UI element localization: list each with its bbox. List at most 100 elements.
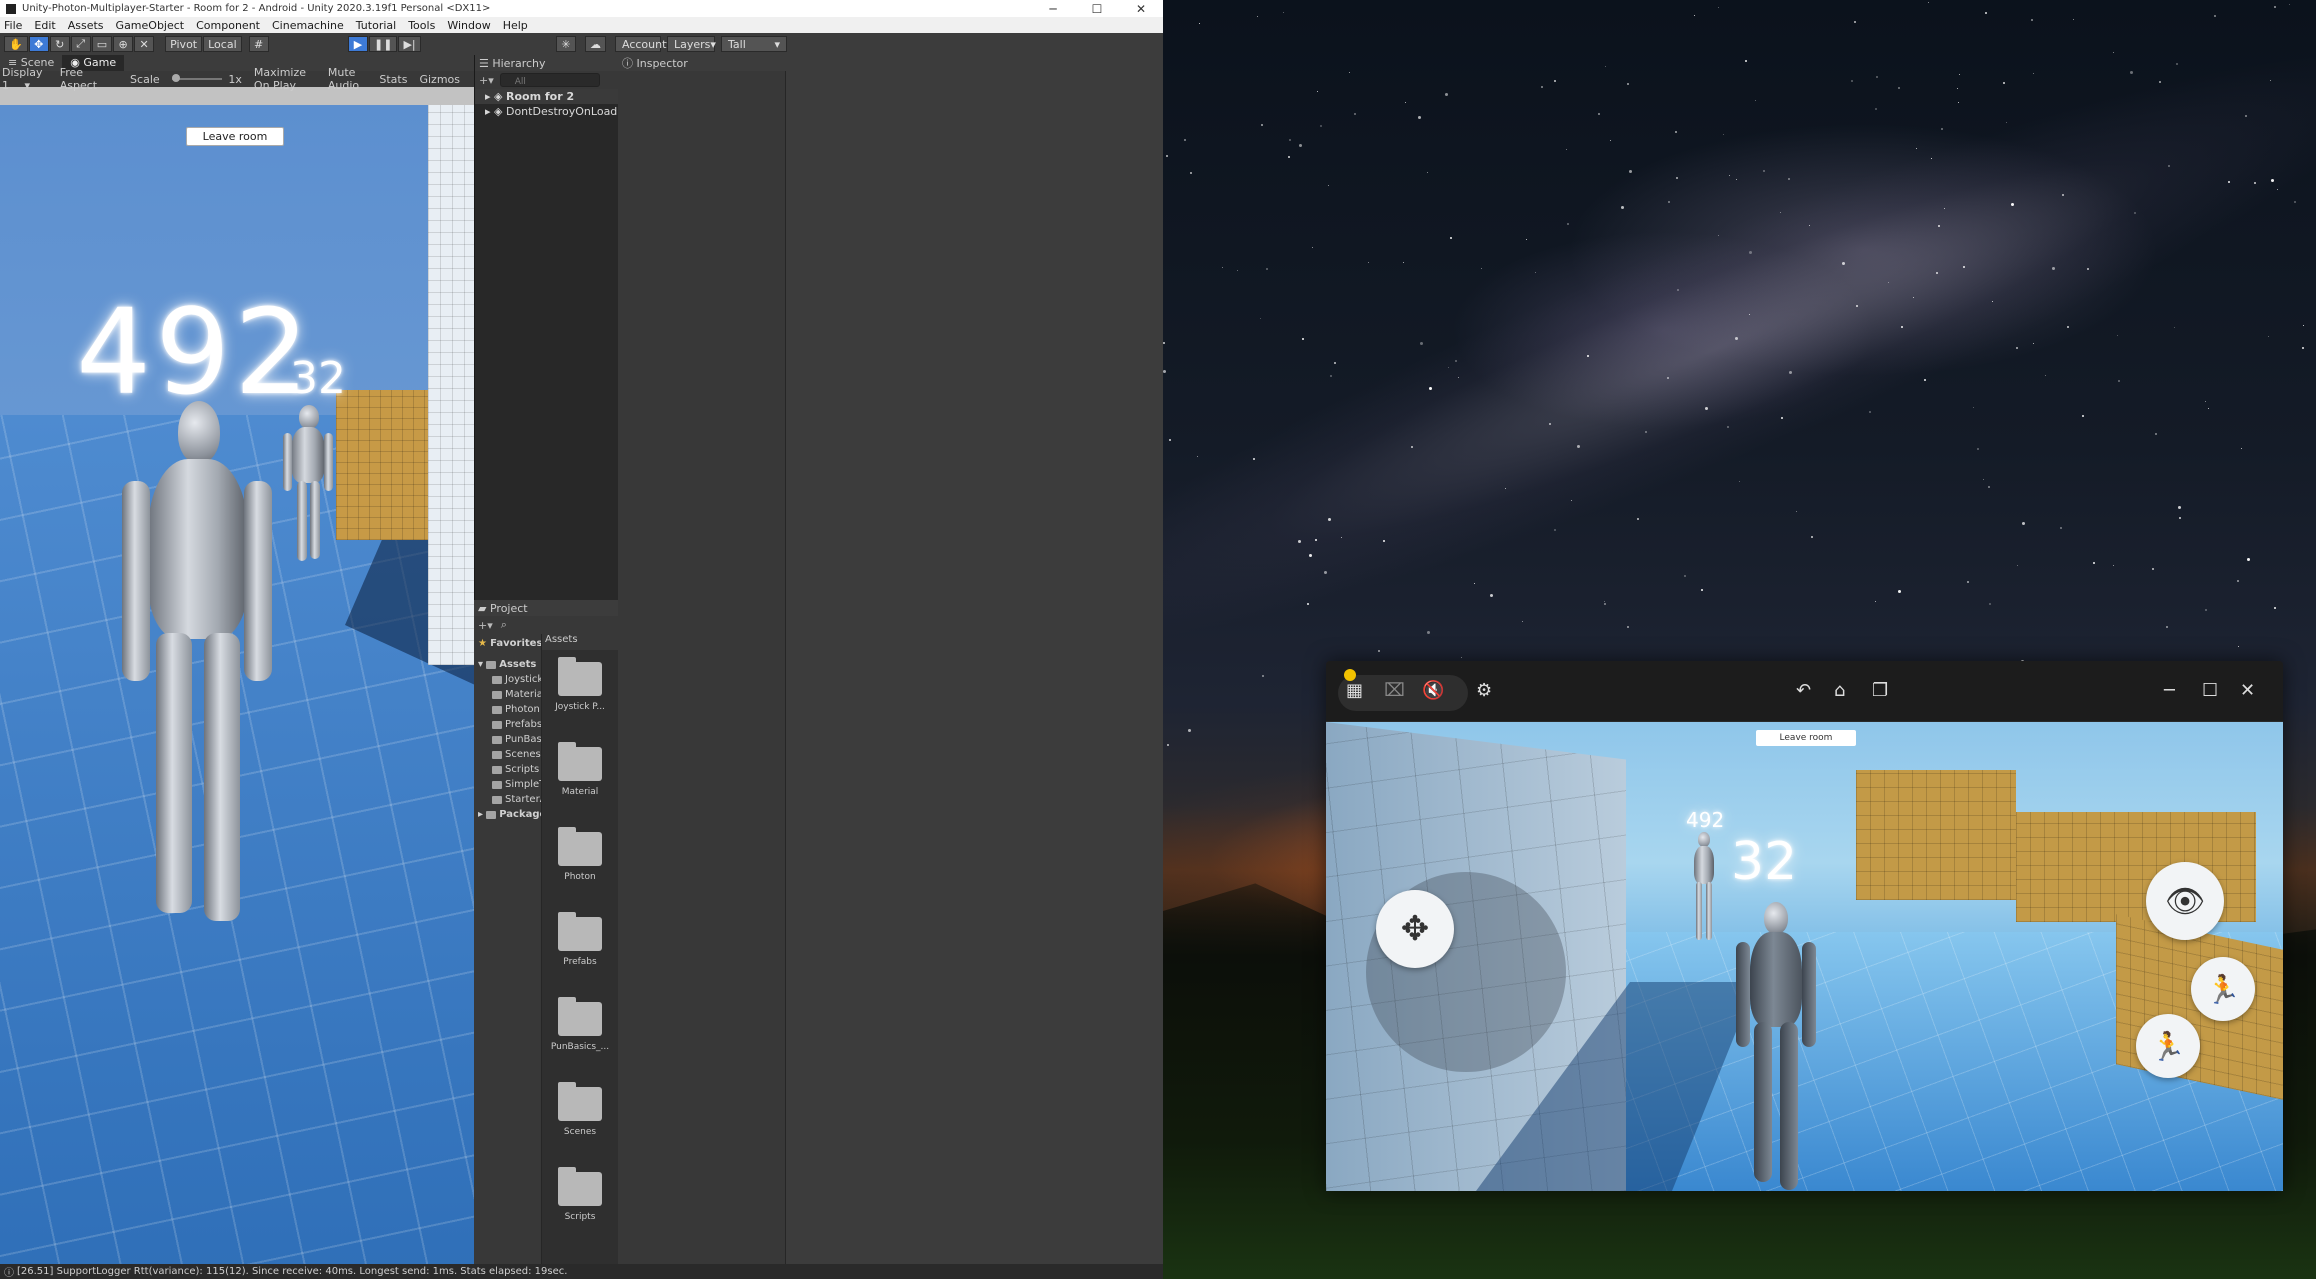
step-button[interactable]: ▶| (398, 36, 421, 52)
custom-tool-icon[interactable]: ✕ (134, 36, 155, 52)
menu-tutorial[interactable]: Tutorial (356, 19, 396, 32)
grid-snap-icon[interactable]: # (248, 36, 269, 52)
search-icon[interactable]: ⌕ (501, 618, 507, 632)
asset-folder-punbasics[interactable]: PunBasics_... (542, 990, 618, 1075)
star (1985, 12, 1988, 15)
asset-label: Prefabs (563, 957, 597, 967)
mute-icon[interactable]: 🔇 (1422, 681, 1444, 701)
star (2086, 268, 2089, 271)
star (1288, 138, 1291, 141)
recents-icon[interactable]: ❐ (1872, 681, 1888, 701)
robot-leg (1706, 882, 1712, 940)
transform-tool-icon[interactable]: ⊕ (113, 36, 134, 52)
tree-item-scripts[interactable]: Scripts (474, 762, 541, 777)
star (1637, 517, 1640, 520)
home-icon[interactable]: ⌂ (1834, 681, 1845, 701)
sprint-icon[interactable]: 🏃 (2191, 957, 2255, 1021)
star (1603, 600, 1605, 602)
rect-tool-icon[interactable]: ▭ (91, 36, 113, 52)
apps-icon[interactable]: ▦ (1346, 681, 1363, 701)
add-icon[interactable]: +▾ (478, 619, 493, 632)
tree-item-material[interactable]: Material (474, 687, 541, 702)
asset-folder-prefabs[interactable]: Prefabs (542, 905, 618, 990)
asset-folder-scenes[interactable]: Scenes (542, 1075, 618, 1160)
move-joystick-icon[interactable]: ✥ (1376, 890, 1454, 968)
menu-edit[interactable]: Edit (34, 19, 55, 32)
tree-item-simpletouch[interactable]: SimpleTou... (474, 777, 541, 792)
menu-cinemachine[interactable]: Cinemachine (272, 19, 344, 32)
account-dropdown[interactable]: Account▾ (615, 36, 672, 52)
minimize-button[interactable]: ─ (1031, 0, 1075, 17)
star (2247, 557, 2251, 561)
console-message[interactable]: [26.51] SupportLogger Rtt(variance): 115… (17, 1266, 567, 1277)
tree-item-joystick[interactable]: Joystick P... (474, 672, 541, 687)
tree-item-favorites[interactable]: ★ Favorites (474, 636, 541, 651)
move-tool-icon[interactable]: ✥ (28, 36, 49, 52)
scale-slider[interactable] (171, 74, 223, 82)
mute-audio-toggle[interactable]: Mute Audio (328, 66, 368, 92)
minimize-icon[interactable]: ─ (2164, 681, 2175, 701)
tree-item-starterassets[interactable]: StarterAss... (474, 792, 541, 807)
rotate-tool-icon[interactable]: ↻ (49, 36, 70, 52)
star (1166, 154, 1169, 157)
menu-tools[interactable]: Tools (408, 19, 435, 32)
leave-room-button[interactable]: Leave room (186, 127, 284, 146)
jump-icon[interactable]: 🏃 (2136, 1014, 2200, 1078)
maximize-button[interactable]: ☐ (1075, 0, 1119, 17)
tree-item-scenes[interactable]: Scenes (474, 747, 541, 762)
stats-toggle[interactable]: Stats (379, 73, 407, 86)
scale-tool-icon[interactable]: ⤢ (70, 36, 91, 52)
favorites-label: Favorites (490, 638, 541, 649)
star (2067, 325, 2070, 328)
game-viewport[interactable]: Leave room 492 32 (0, 105, 474, 1279)
add-icon[interactable]: +▾ (479, 74, 494, 87)
back-icon[interactable]: ↶ (1796, 681, 1811, 701)
asset-folder-photon[interactable]: Photon (542, 820, 618, 905)
layout-dropdown[interactable]: Tall ▾ (721, 36, 787, 52)
asset-folder-material[interactable]: Material (542, 735, 618, 820)
hierarchy-search-input[interactable]: All (499, 73, 600, 87)
tree-item-photon[interactable]: Photon (474, 702, 541, 717)
star (1377, 650, 1380, 653)
play-button[interactable]: ▶ (348, 36, 368, 52)
asset-folder-joystick[interactable]: Joystick P... (542, 650, 618, 735)
display-dropdown[interactable]: Display 1 ▾ (2, 66, 48, 92)
close-icon[interactable]: ✕ (2240, 681, 2255, 701)
menu-window[interactable]: Window (447, 19, 490, 32)
scale-slider-handle[interactable] (171, 74, 180, 82)
asset-folder-scripts[interactable]: Scripts (542, 1160, 618, 1245)
look-eye-icon[interactable]: 👁 (2146, 862, 2224, 940)
maximize-icon[interactable]: ☐ (2202, 681, 2218, 701)
star (1163, 342, 1166, 345)
layers-dropdown[interactable]: Layers ▾ (667, 36, 716, 52)
pause-button[interactable]: ❚❚ (369, 36, 398, 52)
menu-gameobject[interactable]: GameObject (116, 19, 185, 32)
hand-tool-icon[interactable]: ✋ (4, 36, 28, 52)
menu-component[interactable]: Component (196, 19, 260, 32)
mirrored-game-screen[interactable]: Leave room 492 32 ✥ 👁 🏃 🏃 (1326, 722, 2283, 1191)
asset-label: PunBasics_... (550, 1042, 610, 1052)
hierarchy-item-room-for-2[interactable]: ▸ ◈ Room for 2 (475, 89, 618, 104)
cloud-icon[interactable]: ☁ (585, 36, 606, 52)
aspect-dropdown[interactable]: Free Aspect (60, 66, 118, 92)
tree-item-punbasics[interactable]: PunBasics_ (474, 732, 541, 747)
leave-room-button[interactable]: Leave room (1756, 730, 1856, 746)
gear-icon[interactable]: ⚙ (1476, 681, 1492, 701)
camera-off-icon[interactable]: ⌧ (1384, 681, 1405, 701)
menu-file[interactable]: File (4, 19, 22, 32)
star (1410, 445, 1413, 448)
gizmos-dropdown[interactable]: Gizmos (419, 73, 460, 86)
robot-leg (204, 633, 240, 921)
tree-item-packages[interactable]: ▸ Packages (474, 807, 541, 822)
collab-icon[interactable]: ✳ (556, 36, 576, 52)
star (1330, 375, 1333, 378)
hierarchy-item-dontdestroyonload[interactable]: ▸ ◈ DontDestroyOnLoad (475, 104, 618, 119)
close-button[interactable]: ✕ (1119, 0, 1163, 17)
tree-item-assets[interactable]: ▾ Assets (474, 657, 541, 672)
tree-item-prefabs[interactable]: Prefabs (474, 717, 541, 732)
menu-help[interactable]: Help (503, 19, 528, 32)
local-toggle[interactable]: Local (203, 36, 242, 52)
pivot-toggle[interactable]: Pivot (165, 36, 203, 52)
menu-assets[interactable]: Assets (68, 19, 104, 32)
maximize-on-play-toggle[interactable]: Maximize On Play (254, 66, 316, 92)
